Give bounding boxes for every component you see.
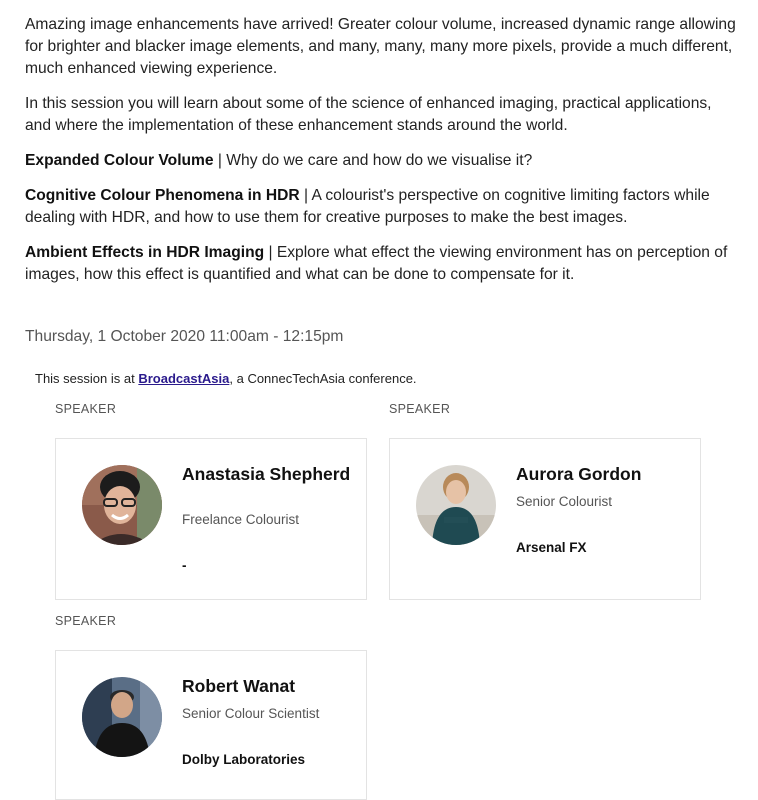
avatar (82, 677, 162, 757)
topic-expanded-colour-volume: Expanded Colour Volume | Why do we care … (25, 150, 740, 172)
speaker-card-robert-wanat[interactable]: Robert Wanat Senior Colour Scientist Dol… (55, 650, 367, 800)
speaker-organization: Dolby Laboratories (182, 752, 306, 767)
topic-title: Ambient Effects in HDR Imaging (25, 244, 265, 261)
speaker-role: Senior Colourist (516, 494, 613, 509)
speaker-organization: - (182, 558, 187, 573)
note-suffix: , a ConnecTechAsia conference. (229, 371, 417, 386)
speaker-role: Freelance Colourist (182, 512, 300, 527)
speaker-label: SPEAKER (55, 402, 117, 416)
intro-paragraph: Amazing image enhancements have arrived!… (25, 16, 736, 77)
broadcastasia-link[interactable]: BroadcastAsia (138, 371, 229, 386)
speaker-label: SPEAKER (389, 402, 451, 416)
avatar (416, 465, 496, 545)
speaker-organization: Arsenal FX (516, 540, 587, 555)
speaker-photo-icon (82, 465, 162, 545)
session-datetime: Thursday, 1 October 2020 11:00am - 12:15… (25, 328, 344, 345)
topic-text: | Why do we care and how do we visualise… (213, 152, 533, 169)
session-description: Amazing image enhancements have arrived!… (25, 14, 740, 299)
topic-title: Expanded Colour Volume (25, 152, 214, 169)
speaker-role: Senior Colour Scientist (182, 706, 320, 721)
speaker-photo-icon (416, 465, 496, 545)
speaker-name: Aurora Gordon (516, 464, 642, 484)
speaker-label: SPEAKER (55, 614, 117, 628)
topic-title: Cognitive Colour Phenomena in HDR (25, 187, 300, 204)
session-info-paragraph: In this session you will learn about som… (25, 95, 712, 134)
speaker-name: Robert Wanat (182, 676, 296, 696)
note-prefix: This session is at (35, 371, 139, 386)
topic-ambient-effects: Ambient Effects in HDR Imaging | Explore… (25, 242, 740, 286)
topic-cognitive-colour: Cognitive Colour Phenomena in HDR | A co… (25, 185, 740, 229)
session-venue-note: This session is at BroadcastAsia, a Conn… (35, 371, 417, 386)
speaker-card-aurora-gordon[interactable]: Aurora Gordon Senior Colourist Arsenal F… (389, 438, 701, 600)
speaker-photo-icon (82, 677, 162, 757)
speaker-name: Anastasia Shepherd (182, 464, 351, 484)
avatar (82, 465, 162, 545)
speaker-card-anastasia-shepherd[interactable]: Anastasia Shepherd Freelance Colourist - (55, 438, 367, 600)
